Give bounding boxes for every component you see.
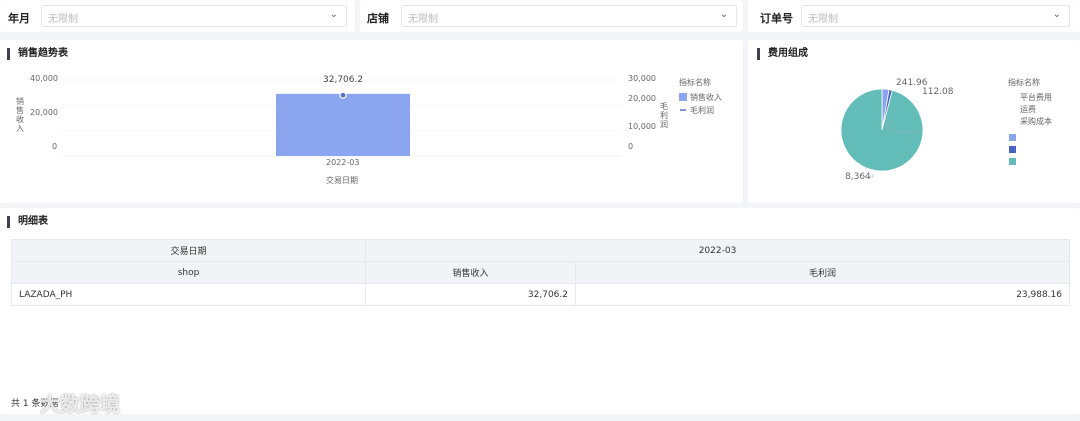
col-header: shop [11, 261, 366, 284]
cell: 32,706.2 [365, 283, 576, 306]
y-tick: 0 [52, 142, 58, 151]
legend-item[interactable]: 平台费用 [1020, 92, 1052, 103]
y2-axis-label: 毛利润 [660, 102, 668, 129]
x-tick: 2022-03 [326, 158, 360, 167]
watermark: 大数跨境 [40, 392, 120, 416]
detail-table: 交易日期 2022-03 shop 销售收入 毛利润 LAZADA_PH 32,706.… [11, 239, 1070, 306]
y2-tick: 30,000 [628, 74, 656, 83]
count-prefix: 共 [11, 399, 21, 409]
filter-label-order: 订单号 [760, 12, 793, 25]
col-header: 2022-03 [365, 239, 1070, 262]
legend-item-profit[interactable]: 毛利润 [690, 105, 714, 116]
chevron-down-icon: ⌄ [1052, 9, 1061, 20]
x-axis-label: 交易日期 [326, 176, 358, 185]
pie-slice-2[interactable] [840, 88, 924, 172]
col-header[interactable]: 毛利润 [575, 261, 1070, 284]
y-tick: 40,000 [30, 74, 58, 83]
data-label: 32,706.2 [323, 75, 364, 85]
legend-swatch-revenue [679, 93, 687, 101]
count-value: 1 [22, 399, 29, 409]
y2-tick: 20,000 [628, 94, 656, 103]
col-header: 交易日期 [11, 239, 366, 262]
y-tick: 20,000 [30, 108, 58, 117]
table-row: LAZADA_PH 32,706.2 23,988.16 [11, 283, 1070, 306]
col-header[interactable]: 销售收入 [365, 261, 576, 284]
legend-title: 指标名称 [679, 78, 711, 87]
y-axis-label: 销售收入 [16, 97, 24, 133]
pie-label: 8,364 [845, 172, 871, 182]
bar-sales-revenue[interactable] [276, 93, 410, 156]
y2-tick: 0 [628, 142, 634, 151]
cell: 23,988.16 [575, 283, 1070, 306]
legend-title: 指标名称 [1008, 78, 1040, 87]
detail-title: 明细表 [7, 216, 48, 228]
cell: LAZADA_PH [11, 283, 366, 306]
y2-tick: 10,000 [628, 122, 656, 131]
point-gross-profit[interactable] [339, 91, 347, 99]
placeholder: 无限制 [808, 14, 838, 25]
pie-label: 112.08 [922, 87, 954, 97]
legend-item[interactable]: 采购成本 [1020, 116, 1052, 127]
legend-item[interactable]: 运费 [1020, 104, 1036, 115]
order-select[interactable]: 无限制 ⌄ [801, 5, 1070, 27]
legend-item-revenue[interactable]: 销售收入 [690, 92, 722, 103]
